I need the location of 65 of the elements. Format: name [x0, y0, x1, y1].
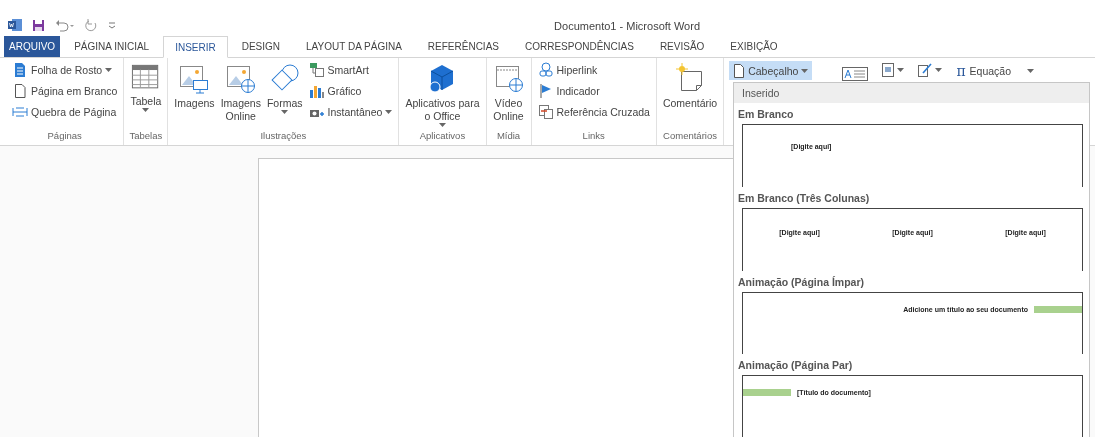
page-icon: [733, 63, 746, 78]
ribbon-button[interactable]: Hiperlink: [535, 61, 652, 79]
ribbon-tab[interactable]: LAYOUT DA PÁGINA: [294, 36, 414, 57]
gallery-section-title: Animação (Página Par): [737, 358, 854, 374]
ribbon-button[interactable]: SmartArt: [306, 61, 395, 79]
ribbon-tab[interactable]: REVISÃO: [647, 36, 717, 57]
ribbon-tab[interactable]: INSERIR: [163, 36, 228, 58]
ribbon-button[interactable]: Folha de Rosto: [10, 61, 120, 79]
page-break-icon: [12, 104, 28, 120]
ribbon-button[interactable]: Gráfico: [306, 82, 395, 100]
ribbon-button[interactable]: Imagens Online: [218, 61, 263, 130]
bar-chart-icon: [308, 83, 325, 99]
ribbon-button[interactable]: Comentário: [660, 61, 720, 130]
cross-reference-icon: [537, 104, 554, 120]
pi-icon: π: [956, 63, 966, 79]
group-label: Tabelas: [128, 130, 164, 143]
ribbon-tab[interactable]: ARQUIVO: [4, 36, 61, 57]
group-label: Comentários: [662, 130, 718, 143]
caret-icon: [897, 68, 905, 72]
ribbon-button[interactable]: Formas: [264, 61, 305, 130]
text-box-button[interactable]: [840, 65, 871, 83]
ribbon-tab[interactable]: CORRESPONDÊNCIAS: [512, 36, 646, 57]
blank-page-icon: [12, 83, 28, 99]
save-icon[interactable]: [32, 18, 45, 32]
ribbon-button[interactable]: Vídeo Online: [490, 61, 527, 130]
ribbon-button[interactable]: Imagens: [172, 61, 217, 130]
group-label: Aplicativos: [418, 130, 467, 143]
ribbon-button[interactable]: Quebra de Página: [10, 103, 120, 121]
window-title: Documento1 - Microsoft Word: [554, 20, 700, 32]
undo-icon[interactable]: [55, 18, 75, 32]
gallery-category: Inserido: [734, 83, 1089, 103]
header-bar: [743, 389, 791, 397]
header-button[interactable]: Cabeçalho: [729, 61, 813, 80]
caret-icon: [1027, 69, 1035, 73]
group-label: Páginas: [46, 130, 83, 143]
gallery-section-title: Em Branco (Três Colunas): [737, 190, 871, 206]
equation-button[interactable]: π Equação: [954, 61, 1037, 81]
word-logo-icon[interactable]: [8, 18, 22, 32]
ribbon-tab[interactable]: REFERÊNCIAS: [415, 36, 511, 57]
customize-icon[interactable]: [108, 21, 116, 29]
diagram-icon: [308, 62, 325, 78]
ribbon-button[interactable]: Página em Branco: [10, 82, 120, 100]
image-globe-icon: [224, 63, 257, 95]
caret-icon: [935, 68, 943, 72]
ribbon-tab[interactable]: EXIBIÇÃO: [718, 36, 790, 57]
header-bar: [1034, 305, 1082, 313]
document-icon: [882, 63, 895, 77]
ribbon-button[interactable]: Indicador: [535, 82, 652, 100]
cover-page-icon: [12, 62, 28, 78]
ribbon-button[interactable]: Instantâneo: [306, 103, 395, 121]
gallery-section-title: Em Branco: [737, 107, 795, 122]
caret-icon: [801, 68, 809, 73]
ribbon-tab[interactable]: PÁGINA INICIAL: [62, 36, 162, 57]
quick-parts-button[interactable]: [880, 61, 907, 79]
group-label: Ilustrações: [259, 130, 308, 143]
ribbon-button[interactable]: Referência Cruzada: [535, 103, 652, 121]
image-icon: [178, 63, 211, 95]
signature-button[interactable]: [916, 61, 945, 79]
gallery-section-title: Animação (Página Ímpar): [737, 274, 866, 290]
pen-icon: [918, 63, 933, 77]
group-label: Mídia: [495, 130, 522, 143]
ribbon-button[interactable]: Aplicativos para o Office: [403, 61, 482, 130]
ribbon-tab[interactable]: DESIGN: [229, 36, 293, 57]
ribbon-button[interactable]: Tabela: [128, 61, 164, 130]
group-label: Links: [581, 130, 606, 143]
